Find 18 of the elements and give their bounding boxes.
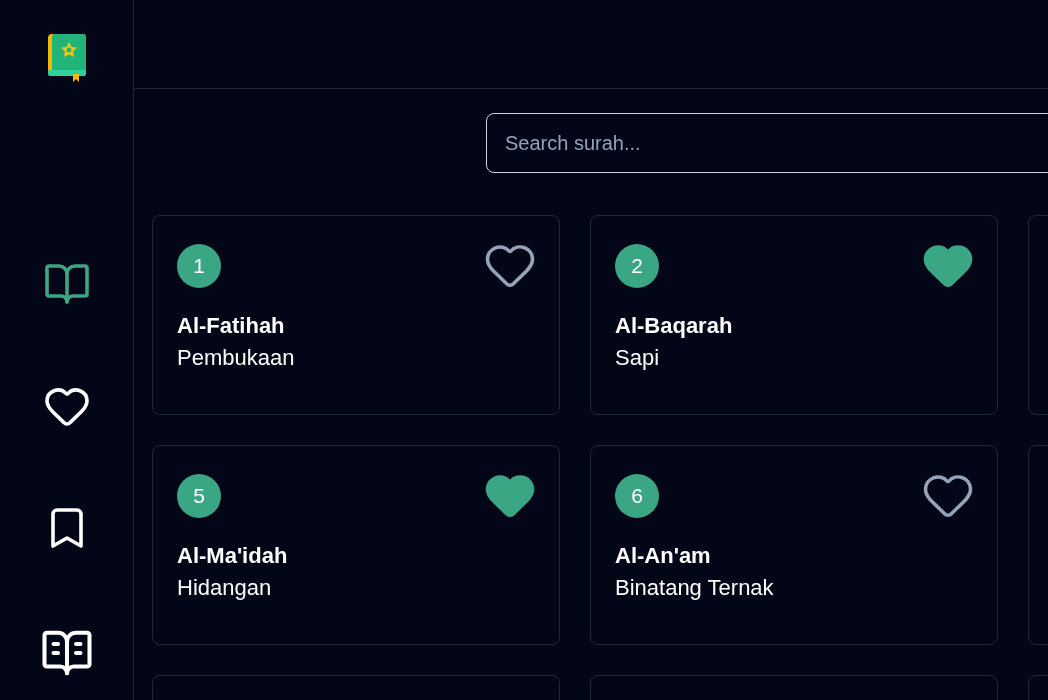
- surah-name: Al-Baqarah: [615, 312, 733, 340]
- surah-meaning: Hidangan: [177, 574, 272, 602]
- surah-number: 6: [615, 474, 659, 518]
- surah-card[interactable]: 6 Al-An'am Binatang Ternak: [590, 445, 998, 645]
- surah-number: 5: [177, 474, 221, 518]
- surah-card[interactable]: 5 Al-Ma'idah Hidangan: [152, 445, 560, 645]
- surah-number: 2: [615, 244, 659, 288]
- surah-card[interactable]: 2 Al-Baqarah Sapi: [590, 215, 998, 415]
- surah-number: 1: [177, 244, 221, 288]
- surah-meaning: Pembukaan: [177, 344, 295, 372]
- surah-name: Al-An'am: [615, 542, 711, 570]
- surah-name: Al-Fatihah: [177, 312, 285, 340]
- logo-icon: [45, 32, 88, 82]
- surah-meaning: Binatang Ternak: [615, 574, 774, 602]
- surah-card[interactable]: 1 Al-Fatihah Pembukaan: [152, 215, 560, 415]
- surah-meaning: Sapi: [615, 344, 660, 372]
- surah-name: Al-Ma'idah: [177, 542, 288, 570]
- search-field[interactable]: Search surah...: [486, 113, 1048, 173]
